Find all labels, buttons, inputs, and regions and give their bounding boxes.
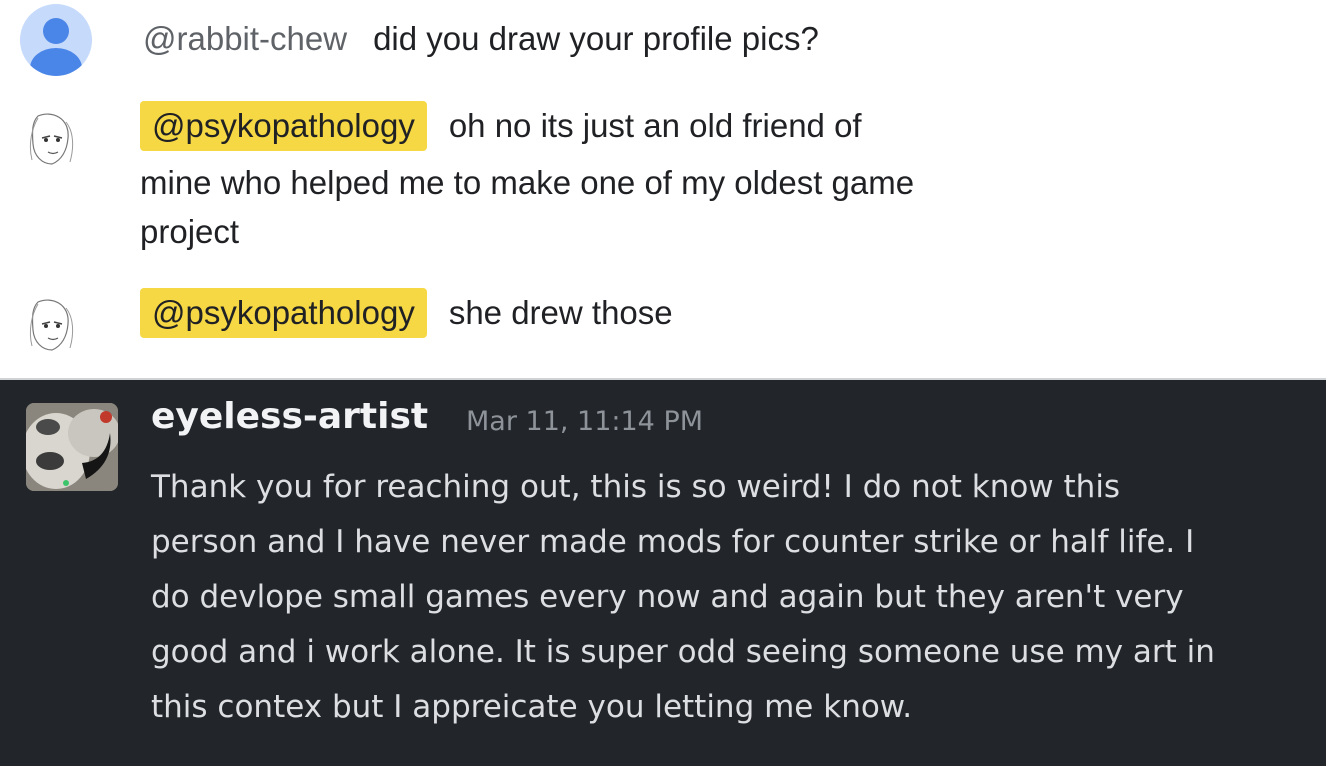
reply-line: do devlope small games every now and aga… xyxy=(151,579,1184,615)
comment-3-text: she drew those xyxy=(448,294,673,331)
comment-1-text: did you draw your profile pics? xyxy=(373,20,819,57)
reply-message: Thank you for reaching out, this is so w… xyxy=(151,460,1321,735)
mention-psykopathology[interactable]: @psykopathology xyxy=(140,101,427,151)
reply-line: person and I have never made mods for co… xyxy=(151,524,1195,560)
default-user-avatar-icon xyxy=(20,4,92,76)
reply-line: Thank you for reaching out, this is so w… xyxy=(151,469,1121,505)
comment-thread-light: @rabbit-chew did you draw your profile pi… xyxy=(0,0,1326,378)
reply-username[interactable]: eyeless-artist xyxy=(151,396,428,437)
reply-line: good and i work alone. It is super odd s… xyxy=(151,634,1215,670)
comment-2-line-2: mine who helped me to make one of my old… xyxy=(140,164,915,201)
mention-rabbit-chew[interactable]: @rabbit-chew xyxy=(143,20,347,57)
sketch-avatar-icon xyxy=(18,294,82,358)
sketch-avatar-icon xyxy=(18,108,82,172)
comment-3: @psykopathology she drew those xyxy=(140,288,673,338)
comment-2-line-1: @psykopathology oh no its just an old fri… xyxy=(140,101,862,151)
reply-line: this contex but I appreicate you letting… xyxy=(151,689,913,725)
comment-1: @rabbit-chew did you draw your profile pi… xyxy=(143,20,819,58)
mention-psykopathology[interactable]: @psykopathology xyxy=(140,288,427,338)
artist-avatar-icon xyxy=(26,403,118,491)
comment-2-line-3: project xyxy=(140,213,240,250)
reply-timestamp: Mar 11, 11:14 PM xyxy=(466,406,704,437)
